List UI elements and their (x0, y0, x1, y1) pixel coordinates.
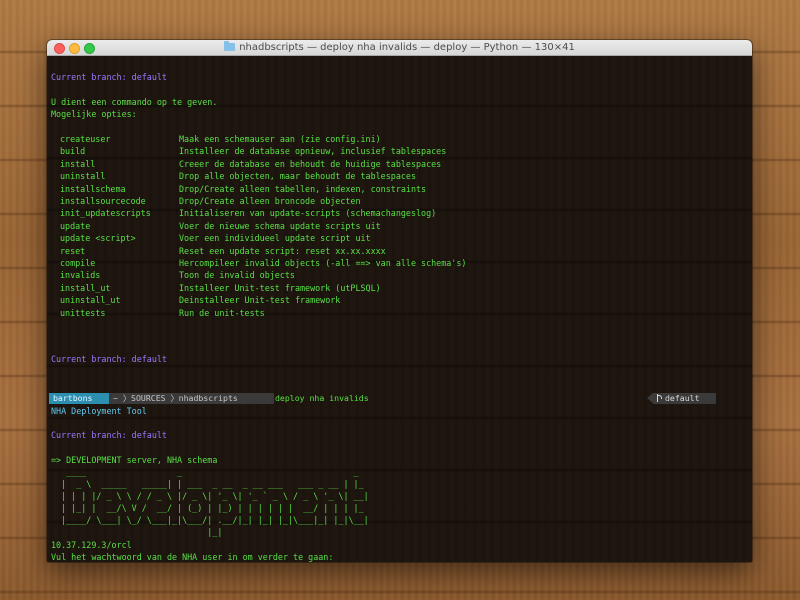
option-name: createuser (60, 134, 111, 144)
option-description: Installeer Unit-test framework (utPLSQL) (179, 282, 381, 293)
title-bar[interactable]: nhadbscripts — deploy nha invalids — dep… (47, 40, 752, 56)
folder-icon (224, 41, 236, 51)
option-description: Hercompileer invalid objects (-all ==> v… (179, 258, 467, 268)
password-prompt-line: Vul het wachtwoord van de NHA user in om… (51, 552, 334, 562)
prompt-branch-segment: default (653, 393, 716, 404)
ascii-banner: ____ _ _ | _ \ _____ _____| | ___ _ __ _… (61, 467, 369, 537)
option-name: unittests (60, 307, 106, 318)
window-title: nhadbscripts — deploy nha invalids — dep… (47, 40, 752, 55)
environment-line: => DEVELOPMENT server, NHA schema (51, 455, 218, 465)
current-branch-line: Current branch: default (51, 72, 167, 82)
option-name: reset (60, 245, 86, 256)
terminal-output[interactable]: Current branch: default U dient een comm… (47, 56, 752, 562)
option-description: Creeer de database en behoudt de huidige… (179, 158, 442, 169)
option-description: Initialiseren van update-scripts (schema… (179, 208, 437, 219)
prompt-user-segment: bartbons (49, 393, 111, 404)
prompt-command: deploy nha invalids (275, 393, 369, 403)
option-description: Toon de invalid objects (179, 270, 295, 281)
current-branch-line: Current branch: default (51, 354, 167, 364)
option-name: installsourcecode (60, 196, 146, 206)
git-branch-icon (657, 394, 662, 402)
instruction-line: U dient een commando op te geven. (51, 97, 218, 107)
tool-name-line: NHA Deployment Tool (51, 406, 147, 416)
option-name: installschema (60, 183, 126, 194)
option-name: init_updatescripts (60, 208, 151, 219)
option-description: Installeer de database opnieuw, inclusie… (179, 146, 447, 157)
option-description: Voer een individueel update script uit (179, 233, 371, 244)
option-description: Reset een update script: reset xx.xx.xxx… (179, 245, 386, 256)
prompt-branch-name: default (665, 393, 700, 403)
option-description: Deinstalleer Unit-test framework (179, 295, 341, 306)
option-description: Drop alle objecten, maar behoudt de tabl… (179, 171, 416, 182)
prompt-path-segment: ~ 〉SOURCES 〉nhadbscripts (109, 393, 274, 404)
option-name: uninstall_ut (60, 295, 121, 306)
option-description: Run de unit-tests (179, 307, 265, 318)
window-title-text: nhadbscripts — deploy nha invalids — dep… (239, 42, 575, 53)
option-name: invalids (60, 270, 101, 281)
terminal-window: nhadbscripts — deploy nha invalids — dep… (47, 40, 752, 562)
option-name: install_ut (60, 282, 111, 293)
option-name: update <script> (60, 233, 136, 244)
connection-line: 10.37.129.3/orcl (51, 540, 132, 550)
option-description: Maak een schemauser aan (zie config.ini) (179, 134, 381, 144)
current-branch-line: Current branch: default (51, 430, 167, 440)
option-description: Drop/Create alleen broncode objecten (179, 196, 361, 206)
options-header: Mogelijke opties: (51, 109, 137, 119)
option-name: compile (60, 258, 96, 268)
option-description: Voer de nieuwe schema update scripts uit (179, 220, 381, 231)
shell-prompt: bartbons ~ 〉SOURCES 〉nhadbscripts deploy… (49, 393, 747, 404)
option-description: Drop/Create alleen tabellen, indexen, co… (179, 183, 427, 194)
option-name: build (60, 146, 86, 157)
option-name: update (60, 220, 91, 231)
option-name: install (60, 158, 96, 169)
option-name: uninstall (60, 171, 106, 182)
